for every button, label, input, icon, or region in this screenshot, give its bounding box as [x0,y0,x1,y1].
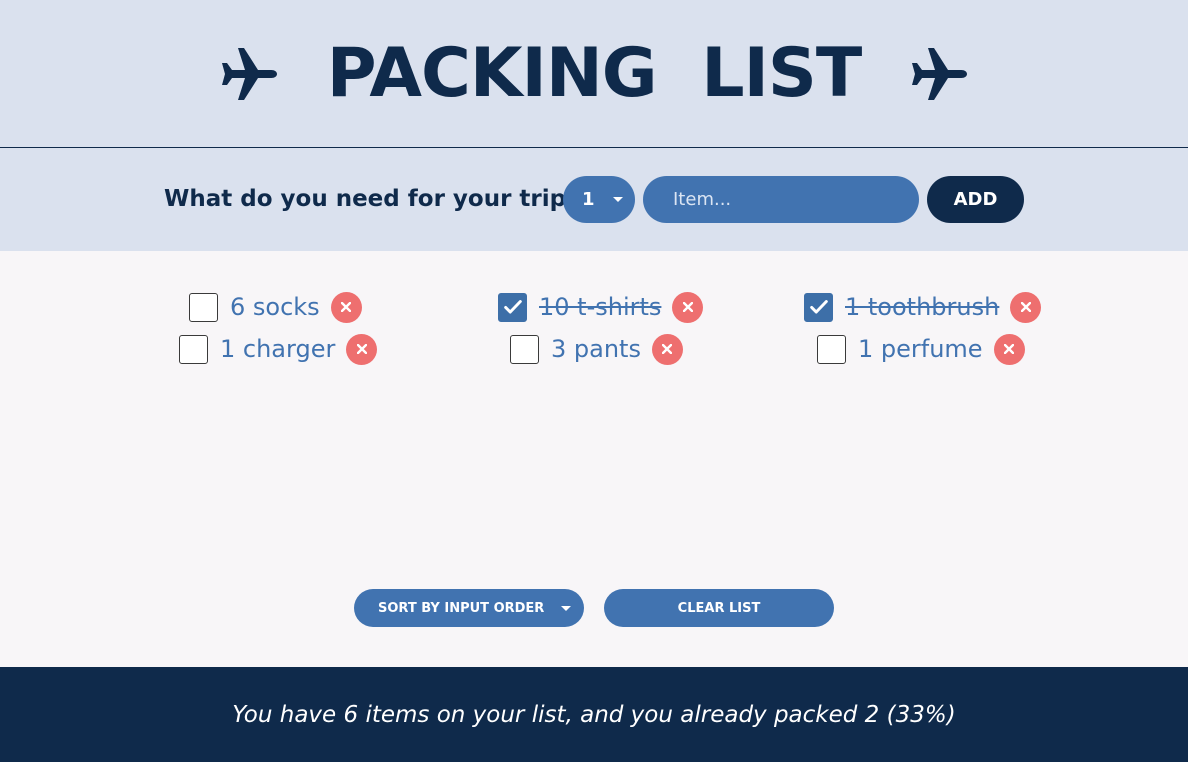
add-button[interactable]: ADD [927,176,1024,223]
list-item: 3 pants [510,333,683,365]
checkmark-icon [503,300,522,314]
list-item: 1 toothbrush [804,291,1042,323]
item-input[interactable]: Item... [643,176,919,223]
item-label: 1 perfume [858,335,983,363]
item-checkbox[interactable] [804,292,833,322]
delete-item-button[interactable] [993,333,1025,365]
list-item: 1 perfume [817,333,1025,365]
list-item: 1 charger [179,333,378,365]
close-icon [356,344,367,354]
form-label: What do you need for your trip? [164,186,580,212]
quantity-select[interactable]: 1 [563,176,635,223]
chevron-down-icon [613,197,623,202]
quantity-value: 1 [582,189,595,210]
delete-item-button[interactable] [651,333,683,365]
delete-item-button[interactable] [346,333,378,365]
item-checkbox[interactable] [179,334,208,364]
delete-item-button[interactable] [330,291,362,323]
close-icon [662,344,673,354]
close-icon [682,302,693,312]
airplane-icon [221,47,277,100]
item-label: 3 pants [551,335,641,363]
item-checkbox[interactable] [189,292,218,322]
chevron-down-icon [561,606,571,611]
packing-list: 6 socks 10 t-shirts 1 toothbrush 1 charg… [0,251,1188,667]
delete-item-button[interactable] [672,291,704,323]
sort-select[interactable]: SORT BY INPUT ORDER [354,589,584,627]
item-label: 6 socks [230,293,320,321]
item-checkbox[interactable] [510,334,539,364]
close-icon [1020,302,1031,312]
sort-select-label: SORT BY INPUT ORDER [378,600,545,616]
close-icon [1004,344,1015,354]
close-icon [341,302,352,312]
airplane-icon [912,47,968,100]
page-title: PACKING LIST [326,34,863,113]
list-item: 6 socks [189,291,362,323]
clear-list-button[interactable]: CLEAR LIST [604,589,834,627]
item-checkbox[interactable] [498,292,527,322]
item-label: 1 charger [220,335,336,363]
stats-text: You have 6 items on your list, and you a… [232,701,956,728]
list-item: 10 t-shirts [498,291,704,323]
checkmark-icon [809,300,828,314]
page-title-row: PACKING LIST [217,34,972,113]
item-checkbox[interactable] [817,334,846,364]
item-input-placeholder: Item... [673,189,732,210]
app-header: PACKING LIST [0,0,1188,148]
item-label: 1 toothbrush [845,293,1000,321]
delete-item-button[interactable] [1010,291,1042,323]
add-item-form: What do you need for your trip? 1 Item..… [0,148,1188,251]
item-label: 10 t-shirts [539,293,662,321]
stats-footer: You have 6 items on your list, and you a… [0,667,1188,762]
